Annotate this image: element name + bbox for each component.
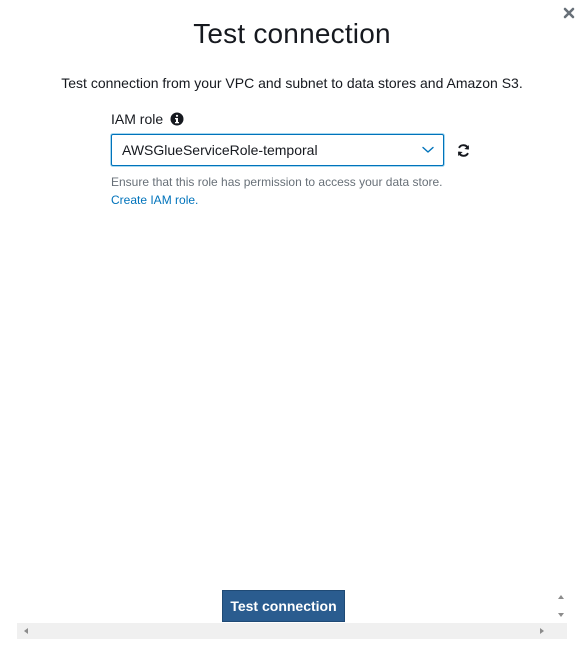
iam-role-label-row: IAM role bbox=[111, 110, 184, 128]
iam-role-label: IAM role bbox=[111, 111, 164, 127]
iam-role-select[interactable]: AWSGlueServiceRole-temporal bbox=[111, 134, 444, 166]
iam-role-hint: Ensure that this role has permission to … bbox=[111, 173, 491, 209]
test-connection-button[interactable]: Test connection bbox=[222, 590, 345, 622]
horizontal-scrollbar[interactable] bbox=[17, 623, 567, 639]
iam-role-field: IAM role AWSGlueServiceRole-temporal Ens… bbox=[111, 110, 470, 207]
dialog-title: Test connection bbox=[193, 18, 391, 49]
iam-role-hint-text: Ensure that this role has permission to … bbox=[111, 175, 443, 189]
iam-role-select-row: AWSGlueServiceRole-temporal bbox=[111, 134, 481, 166]
test-connection-dialog: Test connection Test connection from you… bbox=[0, 0, 576, 645]
iam-role-selected-value: AWSGlueServiceRole-temporal bbox=[122, 142, 318, 158]
refresh-icon[interactable] bbox=[456, 143, 471, 158]
create-iam-role-link[interactable]: Create IAM role. bbox=[111, 193, 198, 207]
scroll-up-icon[interactable] bbox=[555, 591, 567, 603]
chevron-down-icon bbox=[422, 146, 434, 153]
scroll-left-icon[interactable] bbox=[22, 627, 30, 635]
vertical-scrollbar[interactable] bbox=[555, 591, 567, 621]
info-icon[interactable] bbox=[170, 112, 184, 126]
scroll-down-icon[interactable] bbox=[555, 609, 567, 621]
dialog-description: Test connection from your VPC and subnet… bbox=[61, 75, 523, 91]
scroll-right-icon[interactable] bbox=[538, 627, 546, 635]
